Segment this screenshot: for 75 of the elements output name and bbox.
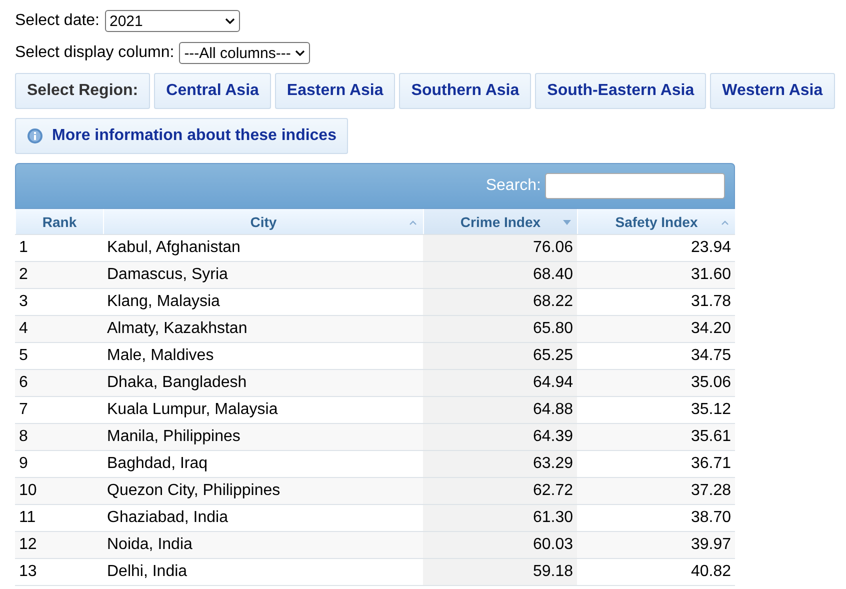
table-cell: 62.72: [423, 478, 577, 504]
region-button[interactable]: Eastern Asia: [274, 73, 396, 109]
table-cell-text: 6: [18, 373, 29, 393]
table-cell: 64.39: [423, 424, 577, 450]
table-cell-text: 39.97: [690, 535, 732, 555]
date-label: Select date:: [15, 12, 100, 30]
table-cell-text: 23.94: [690, 238, 732, 258]
table-cell-text: 13: [18, 562, 38, 582]
sort-up-icon: [409, 220, 417, 225]
table-cell-text: Quezon City, Philippines: [106, 481, 282, 501]
table-cell-text: 3: [18, 292, 29, 312]
chevron-down-icon: [224, 18, 234, 24]
table-cell-text: Delhi, India: [106, 562, 188, 582]
table-cell-text: 34.75: [690, 346, 732, 366]
table-cell-text: Ghaziabad, India: [106, 508, 229, 528]
table-cell: 61.30: [423, 505, 577, 531]
table-cell-text: Dhaka, Bangladesh: [106, 373, 248, 393]
table-cell-text: 38.70: [690, 508, 732, 528]
table-cell-text: 8: [18, 427, 29, 447]
table-cell-text: 4: [18, 319, 29, 339]
region-button[interactable]: Southern Asia: [399, 73, 532, 109]
table-cell-text: 40.82: [690, 562, 732, 582]
table-cell-text: Noida, India: [106, 535, 194, 555]
table-cell-text: 31.60: [690, 265, 732, 285]
region-button[interactable]: Central Asia: [154, 73, 271, 109]
column-header[interactable]: Safety Index: [577, 209, 735, 234]
sort-up-icon: [721, 220, 729, 225]
table-cell: 59.18: [423, 559, 577, 585]
table-cell-text: 9: [18, 454, 29, 474]
region-button[interactable]: South-Eastern Asia: [535, 73, 706, 109]
table-cell-text: Damascus, Syria: [106, 265, 229, 285]
table-cell: 65.80: [423, 316, 577, 342]
column-header[interactable]: Crime Index: [423, 209, 577, 234]
table-cell-text: 11: [18, 508, 37, 528]
table-cell: 65.25: [423, 343, 577, 369]
table-cell-text: 35.61: [690, 427, 732, 447]
table-cell-text: 10: [18, 481, 38, 501]
table-cell-text: Kuala Lumpur, Malaysia: [106, 400, 279, 420]
table-cell: 76.06: [423, 235, 577, 261]
date-select[interactable]: 2021: [104, 10, 240, 32]
search-label: Search:: [486, 177, 541, 195]
chevron-down-icon: [294, 50, 305, 56]
info-button[interactable]: More information about these indices: [15, 118, 348, 154]
column-select[interactable]: ---All columns---: [179, 42, 310, 64]
table-cell: 64.94: [423, 370, 577, 396]
table-cell-text: 1: [18, 238, 29, 258]
table-cell-text: Male, Maldives: [106, 346, 215, 366]
sort-down-icon: [563, 220, 571, 225]
table-cell-text: 31.78: [690, 292, 732, 312]
column-header[interactable]: Rank: [15, 209, 103, 234]
table-cell-text: 7: [18, 400, 29, 420]
table-cell-text: 35.12: [690, 400, 732, 420]
table-cell: 60.03: [423, 532, 577, 558]
column-label: Select display column:: [15, 44, 174, 62]
search-field[interactable]: [545, 173, 725, 199]
table-cell-text: 34.20: [690, 319, 732, 339]
table-cell-text: 2: [18, 265, 29, 285]
region-button[interactable]: Western Asia: [710, 73, 835, 109]
table-cell-text: 36.71: [690, 454, 732, 474]
table-cell-text: 12: [18, 535, 38, 555]
table-cell: 63.29: [423, 451, 577, 477]
table-cell-text: Kabul, Afghanistan: [106, 238, 242, 258]
table-cell: 64.88: [423, 397, 577, 423]
table-cell: 68.22: [423, 289, 577, 315]
info-icon: [27, 128, 43, 144]
table-cell-text: Baghdad, Iraq: [106, 454, 209, 474]
region-label: Select Region:: [15, 73, 150, 109]
table-cell-text: 35.06: [690, 373, 732, 393]
info-text: More information about these indices: [52, 127, 336, 145]
table-cell-text: Almaty, Kazakhstan: [106, 319, 248, 339]
table-cell: 68.40: [423, 262, 577, 288]
table-cell-text: Klang, Malaysia: [106, 292, 221, 312]
table-cell-text: 5: [18, 346, 29, 366]
table-cell-text: Manila, Philippines: [106, 427, 242, 447]
table-cell-text: 37.28: [690, 481, 732, 501]
